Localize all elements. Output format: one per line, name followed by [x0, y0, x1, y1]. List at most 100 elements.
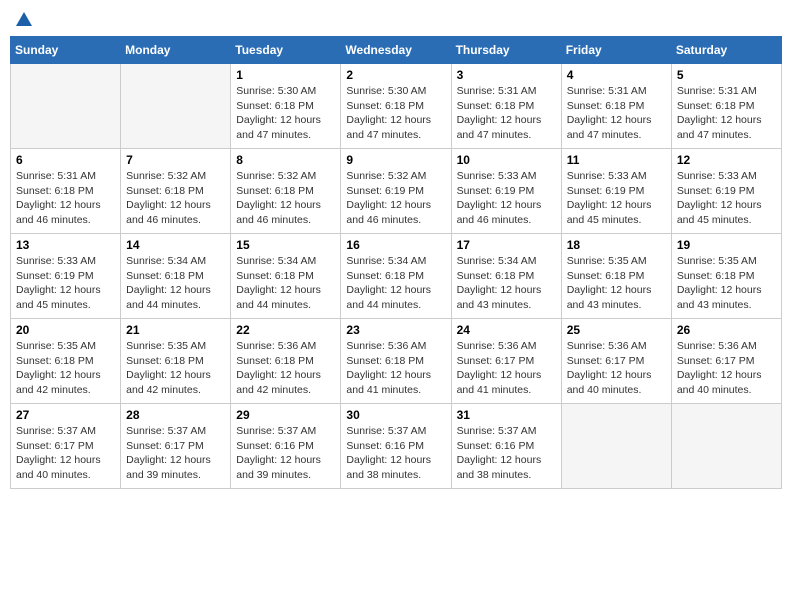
- day-number: 30: [346, 408, 445, 422]
- calendar-cell: 18Sunrise: 5:35 AM Sunset: 6:18 PM Dayli…: [561, 234, 671, 319]
- cell-content: Sunrise: 5:37 AM Sunset: 6:16 PM Dayligh…: [346, 424, 445, 483]
- calendar-cell: 6 Sunrise: 5:31 AM Sunset: 6:18 PM Daylig…: [11, 149, 121, 234]
- week-row-4: 20Sunrise: 5:35 AM Sunset: 6:18 PM Dayli…: [11, 319, 782, 404]
- calendar-cell: 8 Sunrise: 5:32 AM Sunset: 6:18 PM Daylig…: [231, 149, 341, 234]
- cell-content: Sunrise: 5:30 AM Sunset: 6:18 PM Dayligh…: [346, 84, 445, 143]
- day-number: 16: [346, 238, 445, 252]
- cell-content: Sunrise: 5:31 AM Sunset: 6:18 PM Dayligh…: [457, 84, 556, 143]
- day-number: 17: [457, 238, 556, 252]
- day-number: 7: [126, 153, 225, 167]
- calendar-cell: 7Sunrise: 5:32 AM Sunset: 6:18 PM Daylig…: [121, 149, 231, 234]
- cell-content: Sunrise: 5:31 AM Sunset: 6:18 PM Dayligh…: [677, 84, 776, 143]
- day-number: 8: [236, 153, 335, 167]
- calendar-cell: 11 Sunrise: 5:33 AM Sunset: 6:19 PM Dayli…: [561, 149, 671, 234]
- calendar-table: SundayMondayTuesdayWednesdayThursdayFrid…: [10, 36, 782, 489]
- day-number: 2: [346, 68, 445, 82]
- col-header-saturday: Saturday: [671, 37, 781, 64]
- day-number: 18: [567, 238, 666, 252]
- calendar-cell: 10 Sunrise: 5:33 AM Sunset: 6:19 PM Dayli…: [451, 149, 561, 234]
- col-header-monday: Monday: [121, 37, 231, 64]
- calendar-cell: 1 Sunrise: 5:30 AM Sunset: 6:18 PM Daylig…: [231, 64, 341, 149]
- week-row-2: 6 Sunrise: 5:31 AM Sunset: 6:18 PM Daylig…: [11, 149, 782, 234]
- week-row-1: 1 Sunrise: 5:30 AM Sunset: 6:18 PM Daylig…: [11, 64, 782, 149]
- calendar-cell: 3 Sunrise: 5:31 AM Sunset: 6:18 PM Daylig…: [451, 64, 561, 149]
- day-number: 31: [457, 408, 556, 422]
- cell-content: Sunrise: 5:30 AM Sunset: 6:18 PM Dayligh…: [236, 84, 335, 143]
- cell-content: Sunrise: 5:35 AM Sunset: 6:18 PM Dayligh…: [16, 339, 115, 398]
- calendar-cell: 28 Sunrise: 5:37 AM Sunset: 6:17 PM Dayli…: [121, 404, 231, 489]
- day-number: 1: [236, 68, 335, 82]
- cell-content: Sunrise: 5:36 AM Sunset: 6:18 PM Dayligh…: [346, 339, 445, 398]
- cell-content: Sunrise: 5:35 AM Sunset: 6:18 PM Dayligh…: [677, 254, 776, 313]
- col-header-tuesday: Tuesday: [231, 37, 341, 64]
- calendar-cell: 13 Sunrise: 5:33 AM Sunset: 6:19 PM Dayli…: [11, 234, 121, 319]
- day-number: 5: [677, 68, 776, 82]
- col-header-wednesday: Wednesday: [341, 37, 451, 64]
- week-row-3: 13 Sunrise: 5:33 AM Sunset: 6:19 PM Dayli…: [11, 234, 782, 319]
- cell-content: Sunrise: 5:31 AM Sunset: 6:18 PM Dayligh…: [567, 84, 666, 143]
- calendar-cell: 24Sunrise: 5:36 AM Sunset: 6:17 PM Dayli…: [451, 319, 561, 404]
- cell-content: Sunrise: 5:37 AM Sunset: 6:17 PM Dayligh…: [16, 424, 115, 483]
- calendar-cell: 25 Sunrise: 5:36 AM Sunset: 6:17 PM Dayli…: [561, 319, 671, 404]
- cell-content: Sunrise: 5:32 AM Sunset: 6:18 PM Dayligh…: [236, 169, 335, 228]
- cell-content: Sunrise: 5:37 AM Sunset: 6:16 PM Dayligh…: [236, 424, 335, 483]
- col-header-friday: Friday: [561, 37, 671, 64]
- page-header: [10, 10, 782, 28]
- cell-content: Sunrise: 5:36 AM Sunset: 6:17 PM Dayligh…: [567, 339, 666, 398]
- cell-content: Sunrise: 5:37 AM Sunset: 6:16 PM Dayligh…: [457, 424, 556, 483]
- cell-content: Sunrise: 5:34 AM Sunset: 6:18 PM Dayligh…: [346, 254, 445, 313]
- day-number: 10: [457, 153, 556, 167]
- day-number: 29: [236, 408, 335, 422]
- day-number: 4: [567, 68, 666, 82]
- cell-content: Sunrise: 5:33 AM Sunset: 6:19 PM Dayligh…: [457, 169, 556, 228]
- day-number: 6: [16, 153, 115, 167]
- day-number: 11: [567, 153, 666, 167]
- day-number: 28: [126, 408, 225, 422]
- calendar-cell: 14 Sunrise: 5:34 AM Sunset: 6:18 PM Dayli…: [121, 234, 231, 319]
- cell-content: Sunrise: 5:31 AM Sunset: 6:18 PM Dayligh…: [16, 169, 115, 228]
- calendar-cell: 19Sunrise: 5:35 AM Sunset: 6:18 PM Dayli…: [671, 234, 781, 319]
- cell-content: Sunrise: 5:34 AM Sunset: 6:18 PM Dayligh…: [126, 254, 225, 313]
- calendar-cell: [671, 404, 781, 489]
- calendar-cell: 20Sunrise: 5:35 AM Sunset: 6:18 PM Dayli…: [11, 319, 121, 404]
- day-number: 15: [236, 238, 335, 252]
- day-number: 23: [346, 323, 445, 337]
- day-number: 12: [677, 153, 776, 167]
- cell-content: Sunrise: 5:36 AM Sunset: 6:18 PM Dayligh…: [236, 339, 335, 398]
- day-number: 26: [677, 323, 776, 337]
- header-row: SundayMondayTuesdayWednesdayThursdayFrid…: [11, 37, 782, 64]
- calendar-cell: 22 Sunrise: 5:36 AM Sunset: 6:18 PM Dayli…: [231, 319, 341, 404]
- cell-content: Sunrise: 5:36 AM Sunset: 6:17 PM Dayligh…: [677, 339, 776, 398]
- cell-content: Sunrise: 5:35 AM Sunset: 6:18 PM Dayligh…: [126, 339, 225, 398]
- day-number: 27: [16, 408, 115, 422]
- logo-icon: [15, 10, 33, 28]
- calendar-cell: 17 Sunrise: 5:34 AM Sunset: 6:18 PM Dayli…: [451, 234, 561, 319]
- day-number: 3: [457, 68, 556, 82]
- col-header-sunday: Sunday: [11, 37, 121, 64]
- cell-content: Sunrise: 5:33 AM Sunset: 6:19 PM Dayligh…: [567, 169, 666, 228]
- calendar-cell: 15Sunrise: 5:34 AM Sunset: 6:18 PM Dayli…: [231, 234, 341, 319]
- calendar-cell: 4 Sunrise: 5:31 AM Sunset: 6:18 PM Daylig…: [561, 64, 671, 149]
- day-number: 22: [236, 323, 335, 337]
- cell-content: Sunrise: 5:32 AM Sunset: 6:19 PM Dayligh…: [346, 169, 445, 228]
- col-header-thursday: Thursday: [451, 37, 561, 64]
- day-number: 21: [126, 323, 225, 337]
- cell-content: Sunrise: 5:34 AM Sunset: 6:18 PM Dayligh…: [457, 254, 556, 313]
- day-number: 25: [567, 323, 666, 337]
- calendar-cell: 5 Sunrise: 5:31 AM Sunset: 6:18 PM Daylig…: [671, 64, 781, 149]
- cell-content: Sunrise: 5:33 AM Sunset: 6:19 PM Dayligh…: [677, 169, 776, 228]
- cell-content: Sunrise: 5:37 AM Sunset: 6:17 PM Dayligh…: [126, 424, 225, 483]
- calendar-cell: 21 Sunrise: 5:35 AM Sunset: 6:18 PM Dayli…: [121, 319, 231, 404]
- day-number: 13: [16, 238, 115, 252]
- calendar-cell: 23 Sunrise: 5:36 AM Sunset: 6:18 PM Dayli…: [341, 319, 451, 404]
- week-row-5: 27 Sunrise: 5:37 AM Sunset: 6:17 PM Dayli…: [11, 404, 782, 489]
- day-number: 14: [126, 238, 225, 252]
- cell-content: Sunrise: 5:33 AM Sunset: 6:19 PM Dayligh…: [16, 254, 115, 313]
- calendar-cell: 2 Sunrise: 5:30 AM Sunset: 6:18 PM Daylig…: [341, 64, 451, 149]
- calendar-cell: [121, 64, 231, 149]
- calendar-cell: [561, 404, 671, 489]
- calendar-cell: 27 Sunrise: 5:37 AM Sunset: 6:17 PM Dayli…: [11, 404, 121, 489]
- calendar-cell: [11, 64, 121, 149]
- calendar-cell: 29 Sunrise: 5:37 AM Sunset: 6:16 PM Dayli…: [231, 404, 341, 489]
- day-number: 24: [457, 323, 556, 337]
